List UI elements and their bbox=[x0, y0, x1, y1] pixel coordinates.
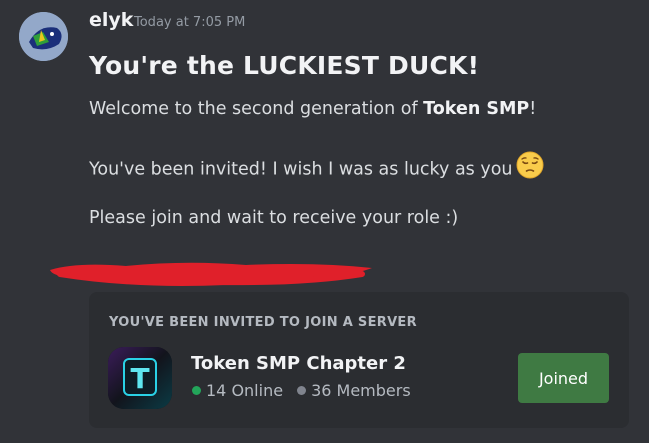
server-icon[interactable]: T bbox=[108, 347, 172, 409]
invite-header: YOU'VE BEEN INVITED TO JOIN A SERVER bbox=[109, 315, 417, 330]
author-name[interactable]: elyk bbox=[89, 9, 133, 31]
message-timestamp: Today at 7:05 PM bbox=[134, 15, 246, 30]
welcome-suffix: ! bbox=[529, 99, 537, 119]
welcome-text: Welcome to the second generation of bbox=[89, 99, 424, 119]
joined-button[interactable]: Joined bbox=[518, 353, 609, 403]
invited-text: You've been invited! I wish I was as luc… bbox=[89, 159, 513, 180]
message-heading: You're the LUCKIEST DUCK! bbox=[89, 51, 480, 80]
server-invite-card: YOU'VE BEEN INVITED TO JOIN A SERVER T T… bbox=[89, 292, 629, 428]
message-line-welcome: Welcome to the second generation of Toke… bbox=[89, 99, 536, 119]
member-count: 36 Members bbox=[311, 381, 411, 400]
online-dot-icon bbox=[192, 386, 201, 395]
avatar[interactable] bbox=[19, 12, 68, 61]
pensive-face-emoji[interactable] bbox=[516, 151, 544, 184]
server-icon-letter: T bbox=[130, 362, 149, 395]
server-name-bold: Token SMP bbox=[423, 99, 530, 119]
message-line-join: Please join and wait to receive your rol… bbox=[89, 208, 459, 228]
online-count: 14 Online bbox=[206, 381, 284, 400]
server-stats: 14 Online 36 Members bbox=[192, 381, 411, 400]
members-dot-icon bbox=[297, 386, 307, 395]
invite-server-name[interactable]: Token SMP Chapter 2 bbox=[191, 353, 406, 374]
message-line-invited: You've been invited! I wish I was as luc… bbox=[89, 151, 544, 186]
redaction-scribble bbox=[50, 262, 372, 286]
